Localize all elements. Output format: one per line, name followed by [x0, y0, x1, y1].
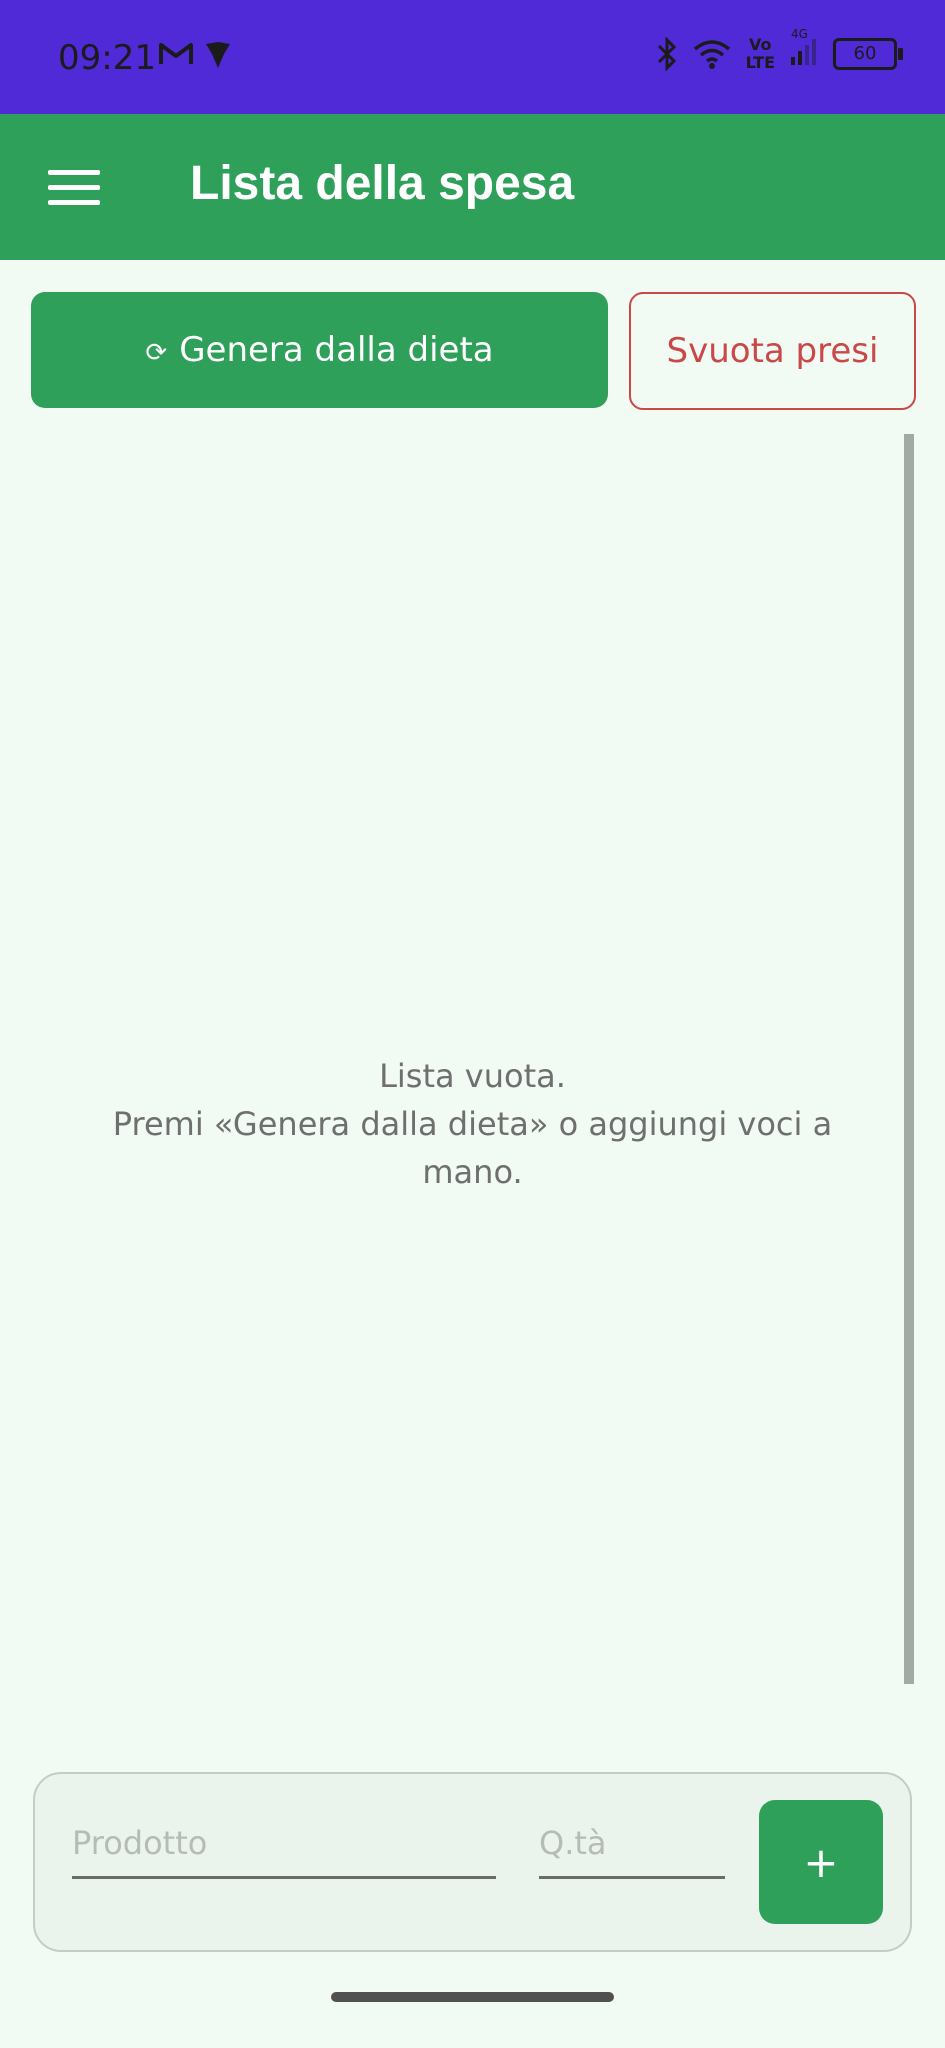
- clear-button-label: Svuota presi: [666, 331, 879, 371]
- empty-message-hint: Premi «Genera dalla dieta» o aggiungi vo…: [112, 1105, 833, 1191]
- add-item-button[interactable]: +: [759, 1800, 883, 1924]
- network-gen-label: 4G: [791, 27, 808, 41]
- generate-button-label: Genera dalla dieta: [179, 330, 494, 370]
- generate-from-diet-button[interactable]: ⟳ Genera dalla dieta: [31, 292, 608, 408]
- plus-icon: +: [803, 1837, 839, 1887]
- empty-message-title: Lista vuota.: [379, 1057, 566, 1095]
- empty-list-message: Lista vuota. Premi «Genera dalla dieta» …: [80, 1052, 865, 1196]
- app-notification-icon: [206, 42, 230, 68]
- lte-label-top: Vo: [749, 35, 772, 54]
- gesture-nav-handle[interactable]: [331, 1992, 614, 2002]
- lte-indicator: Vo LTE: [746, 36, 775, 72]
- status-bar: 09:21 Vo LTE 4G 60: [0, 0, 945, 114]
- bluetooth-icon: [657, 37, 676, 71]
- add-item-card: +: [33, 1772, 912, 1952]
- quantity-field: [539, 1824, 725, 1879]
- status-time: 09:21: [58, 38, 156, 78]
- app-bar: Lista della spesa: [0, 114, 945, 260]
- quantity-input[interactable]: [539, 1824, 725, 1879]
- signal-group: 4G: [789, 27, 819, 71]
- product-field: [72, 1824, 496, 1879]
- page-title: Lista della spesa: [190, 157, 575, 210]
- scrollbar[interactable]: [904, 434, 914, 1684]
- gmail-icon: [159, 43, 193, 64]
- product-input[interactable]: [72, 1824, 496, 1879]
- clear-checked-button[interactable]: Svuota presi: [629, 292, 916, 410]
- wifi-icon: [693, 40, 730, 69]
- hamburger-menu-icon[interactable]: [48, 170, 100, 206]
- battery-icon: 60: [833, 38, 903, 70]
- status-right-icons: Vo LTE 4G 60: [656, 27, 903, 72]
- refresh-icon: ⟳: [145, 338, 168, 368]
- notification-icons: [158, 40, 234, 70]
- lte-label-bottom: LTE: [745, 53, 775, 72]
- signal-icon: [791, 39, 816, 65]
